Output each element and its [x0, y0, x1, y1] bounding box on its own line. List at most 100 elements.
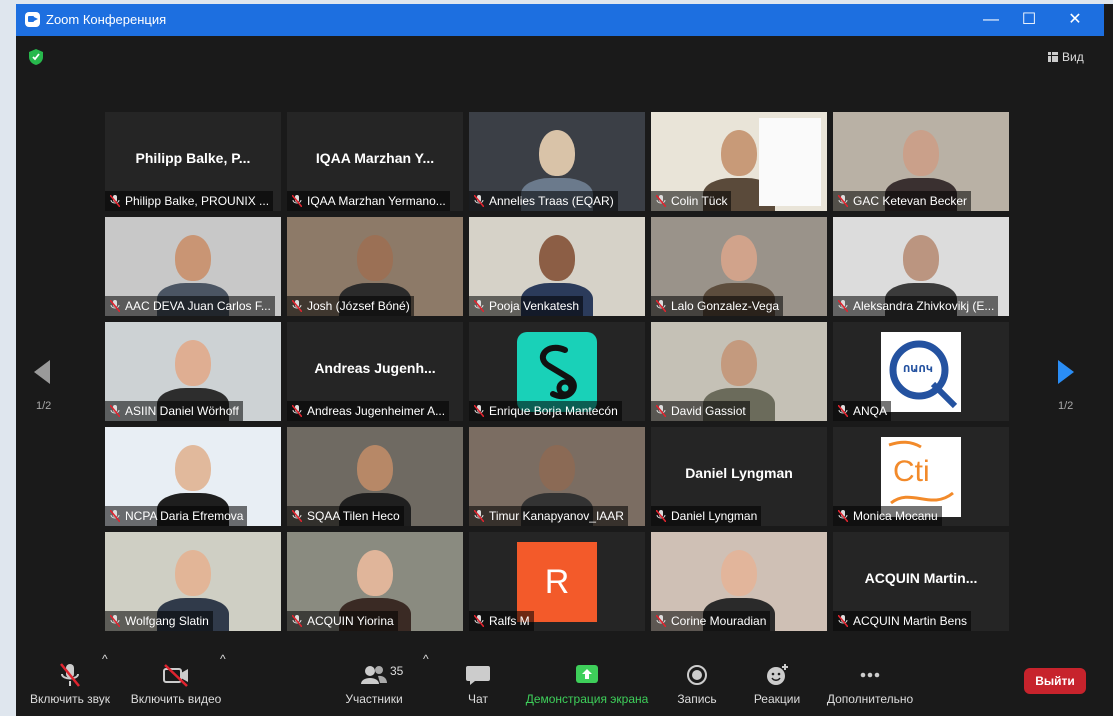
muted-mic-icon — [656, 195, 666, 207]
participant-name: Timur Kanapyanov_IAAR — [489, 509, 624, 523]
participant-name: Pooja Venkatesh — [489, 299, 580, 313]
leave-button[interactable]: Выйти — [1024, 668, 1086, 694]
muted-mic-icon — [656, 615, 666, 627]
participant-tile[interactable]: AAC DEVA Juan Carlos F... — [105, 217, 281, 316]
participant-tile[interactable]: R Ralfs M — [469, 532, 645, 631]
participant-tile[interactable]: Corine Mouradian — [651, 532, 827, 631]
title-bar: Zoom Конференция — ☐ ✕ — [16, 4, 1104, 36]
participant-tile[interactable]: David Gassiot — [651, 322, 827, 421]
record-button[interactable]: Запись — [664, 652, 730, 716]
muted-mic-icon — [838, 615, 848, 627]
more-button[interactable]: Дополнительно — [822, 652, 918, 716]
participant-tile[interactable]: Annelies Traas (EQAR) — [469, 112, 645, 211]
participant-name-label: ANQA — [833, 401, 892, 421]
encryption-shield-icon[interactable] — [28, 48, 44, 66]
muted-mic-icon — [838, 300, 848, 312]
participant-tile[interactable]: Josh (József Bóné) — [287, 217, 463, 316]
audio-options-caret[interactable]: ^ — [102, 652, 108, 716]
participant-name-label: David Gassiot — [651, 401, 750, 421]
share-screen-icon — [576, 665, 598, 683]
chat-icon — [466, 666, 490, 685]
participant-tile[interactable]: Enrique Borja Mantecón — [469, 322, 645, 421]
participant-tile[interactable]: Philipp Balke, P... Philipp Balke, PROUN… — [105, 112, 281, 211]
view-button-label: Вид — [1062, 50, 1084, 64]
participant-name: NCPA Daria Efremova — [125, 509, 244, 523]
participant-display-name: Philipp Balke, P... — [135, 150, 251, 166]
participant-tile[interactable]: Pooja Venkatesh — [469, 217, 645, 316]
participant-name: Annelies Traas (EQAR) — [489, 194, 614, 208]
participant-tile[interactable]: Aleksandra Zhivkovikj (E... — [833, 217, 1009, 316]
page-indicator: 1/2 — [1058, 400, 1074, 412]
gallery-grid: Philipp Balke, P... Philipp Balke, PROUN… — [105, 112, 1011, 634]
grid-view-icon — [1048, 52, 1058, 62]
participant-name: Enrique Borja Mantecón — [489, 404, 618, 418]
reactions-button[interactable]: Реакции — [744, 652, 810, 716]
participant-tile[interactable]: Timur Kanapyanov_IAAR — [469, 427, 645, 526]
close-button[interactable]: ✕ — [1052, 4, 1098, 36]
muted-mic-icon — [474, 615, 484, 627]
participant-tile[interactable]: IQAA Marzhan Y... IQAA Marzhan Yermano..… — [287, 112, 463, 211]
participant-tile[interactable]: Andreas Jugenh... Andreas Jugenheimer A.… — [287, 322, 463, 421]
start-video-button[interactable]: Включить видео — [128, 652, 224, 716]
participant-tile[interactable]: Daniel Lyngman Daniel Lyngman — [651, 427, 827, 526]
participant-name: ACQUIN Martin Bens — [853, 614, 968, 628]
video-off-icon — [163, 664, 188, 687]
maximize-button[interactable]: ☐ — [1006, 4, 1052, 36]
participant-name-label: Colin Tück — [651, 191, 732, 211]
participant-name-label: Philipp Balke, PROUNIX ... — [105, 191, 274, 211]
muted-mic-icon — [838, 195, 848, 207]
participants-options-caret[interactable]: ^ — [423, 652, 429, 716]
muted-mic-icon — [292, 195, 302, 207]
presentation-slide — [759, 118, 821, 206]
participant-name-label: ACQUIN Martin Bens — [833, 611, 972, 631]
participant-avatar: R — [517, 542, 597, 622]
participant-tile[interactable]: Cti Monica Mocanu — [833, 427, 1009, 526]
muted-mic-icon — [656, 405, 666, 417]
participant-tile[interactable]: ACQUIN Yiorina — [287, 532, 463, 631]
participant-name: Daniel Lyngman — [671, 509, 758, 523]
participant-name-label: Aleksandra Zhivkovikj (E... — [833, 296, 999, 316]
muted-mic-icon — [838, 510, 848, 522]
participant-name: ANQA — [853, 404, 888, 418]
participant-name: SQAA Tilen Heco — [307, 509, 400, 523]
participant-tile[interactable]: Lalo Gonzalez-Vega — [651, 217, 827, 316]
participant-name: Lalo Gonzalez-Vega — [671, 299, 780, 313]
participant-name: GAC Ketevan Becker — [853, 194, 968, 208]
participant-tile[interactable]: Wolfgang Slatin — [105, 532, 281, 631]
participant-name: Corine Mouradian — [671, 614, 767, 628]
participant-name: ASIIN Daniel Wörhoff — [125, 404, 239, 418]
participant-name: Josh (József Bóné) — [307, 299, 410, 313]
participant-display-name: ACQUIN Martin... — [864, 570, 978, 586]
participant-tile[interactable]: ACQUIN Martin... ACQUIN Martin Bens — [833, 532, 1009, 631]
participant-tile[interactable]: Colin Tück — [651, 112, 827, 211]
video-options-caret[interactable]: ^ — [220, 652, 226, 716]
participant-tile[interactable]: NCPA Daria Efremova — [105, 427, 281, 526]
participants-button[interactable]: 35 Участники — [334, 652, 414, 716]
participant-name-label: ACQUIN Yiorina — [287, 611, 398, 631]
participant-name: Ralfs M — [489, 614, 530, 628]
participant-name: Philipp Balke, PROUNIX ... — [125, 194, 270, 208]
participant-tile[interactable]: ASIIN Daniel Wörhoff — [105, 322, 281, 421]
participant-display-name: Daniel Lyngman — [685, 465, 793, 481]
muted-mic-icon — [110, 510, 120, 522]
participant-tile[interactable]: SQAA Tilen Heco — [287, 427, 463, 526]
participant-display-name: Andreas Jugenh... — [314, 360, 436, 376]
record-label: Запись — [677, 692, 717, 706]
share-screen-button[interactable]: Демонстрация экрана — [522, 652, 652, 716]
participant-name-label: Pooja Venkatesh — [469, 296, 584, 316]
view-button[interactable]: Вид — [1042, 46, 1094, 68]
participant-tile[interactable]: ՈԱՈԿ ANQA — [833, 322, 1009, 421]
participant-name-label: Corine Mouradian — [651, 611, 771, 631]
participant-name-label: NCPA Daria Efremova — [105, 506, 248, 526]
participant-name-label: AAC DEVA Juan Carlos F... — [105, 296, 275, 316]
desktop-background-left — [0, 0, 16, 716]
muted-mic-icon — [110, 615, 120, 627]
previous-page-button[interactable]: 1/2 — [34, 360, 56, 412]
participant-name: Aleksandra Zhivkovikj (E... — [853, 299, 995, 313]
participant-tile[interactable]: GAC Ketevan Becker — [833, 112, 1009, 211]
next-page-button[interactable]: 1/2 — [1056, 360, 1078, 412]
muted-mic-icon — [474, 405, 484, 417]
start-video-label: Включить видео — [130, 692, 222, 706]
participant-name: ACQUIN Yiorina — [307, 614, 394, 628]
chat-button[interactable]: Чат — [448, 652, 508, 716]
